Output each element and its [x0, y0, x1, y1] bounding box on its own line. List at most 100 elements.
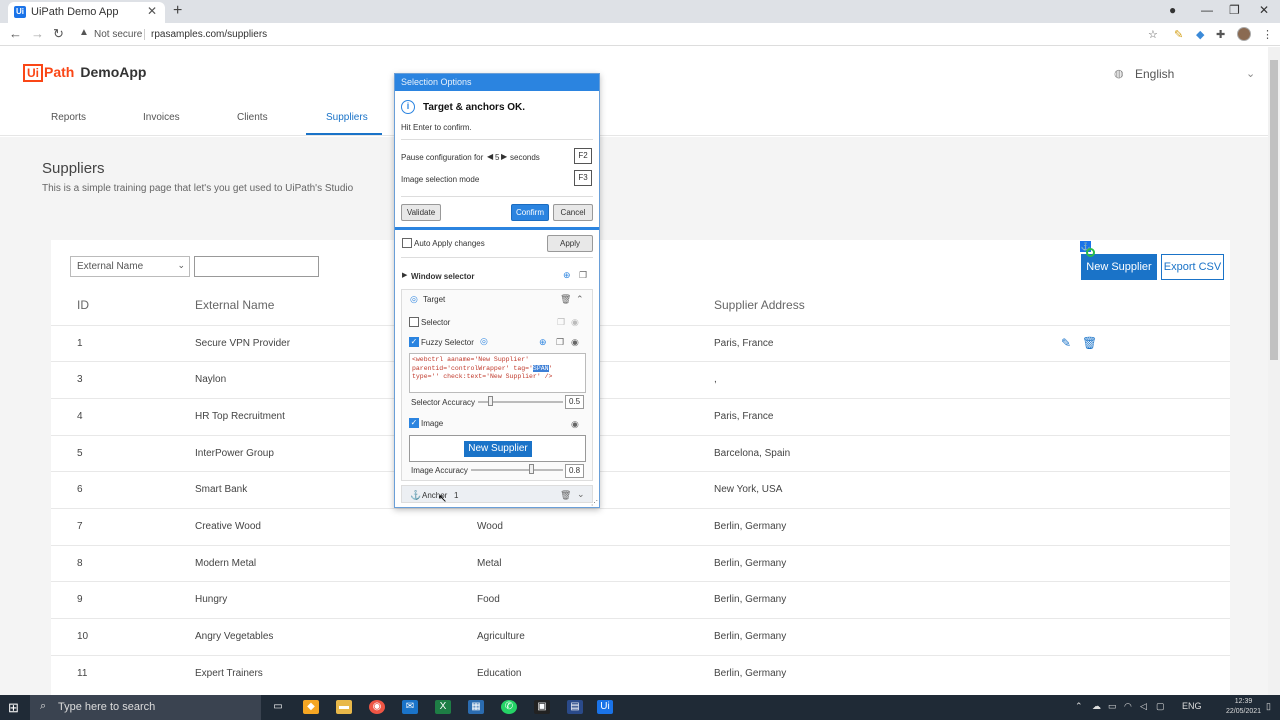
- pause-decrease-icon[interactable]: ◀: [487, 152, 493, 161]
- fuzzy-selector-checkbox[interactable]: ✓: [409, 337, 419, 347]
- new-supplier-button[interactable]: New Supplier: [1081, 254, 1157, 280]
- pause-increase-icon[interactable]: ▶: [501, 152, 507, 161]
- delete-icon[interactable]: 🗑: [560, 294, 571, 305]
- whatsapp-icon[interactable]: ✆: [501, 700, 517, 714]
- nav-invoices[interactable]: Invoices: [143, 112, 180, 123]
- extension-icon[interactable]: ◆: [1196, 28, 1204, 41]
- url-field[interactable]: rpasamples.com/suppliers: [151, 29, 267, 40]
- uipath-logo[interactable]: Ui Path DemoApp: [23, 64, 146, 84]
- tray-icon[interactable]: ☁: [1092, 701, 1101, 712]
- column-header-id[interactable]: ID: [77, 298, 89, 312]
- clock[interactable]: 12:39 22/05/2021: [1226, 697, 1261, 717]
- profile-menu-icon[interactable]: ●: [1169, 3, 1176, 17]
- slider-thumb[interactable]: [488, 396, 493, 406]
- close-window-icon[interactable]: ✕: [1259, 3, 1269, 17]
- language-indicator[interactable]: ENG: [1182, 701, 1202, 711]
- delete-icon[interactable]: 🗑: [560, 490, 571, 501]
- slider-thumb[interactable]: [529, 464, 534, 474]
- table-row[interactable]: 3 Naylon,: [51, 361, 1230, 397]
- uipath-studio-icon[interactable]: ◆: [303, 700, 319, 714]
- resize-grip-icon[interactable]: ⋰: [591, 499, 598, 507]
- tray-icon[interactable]: ▢: [1156, 701, 1165, 712]
- extension-icon[interactable]: ✎: [1174, 28, 1183, 41]
- forward-icon[interactable]: →: [31, 26, 44, 41]
- export-csv-button[interactable]: Export CSV: [1161, 254, 1224, 280]
- taskbar-search[interactable]: ⌕ Type here to search: [30, 695, 261, 720]
- highlight-icon[interactable]: ⊕: [563, 270, 571, 281]
- avatar[interactable]: [1237, 27, 1251, 41]
- table-row[interactable]: 6 Smart Bank New York, USA: [51, 471, 1230, 507]
- app-icon[interactable]: ▤: [567, 700, 583, 714]
- battery-icon[interactable]: ▭: [1108, 701, 1117, 712]
- expand-icon[interactable]: ⌄: [577, 489, 585, 500]
- back-icon[interactable]: ←: [9, 26, 22, 41]
- column-header-supplier-address[interactable]: Supplier Address: [714, 298, 805, 312]
- table-row[interactable]: 7 Creative Wood Wood Berlin, Germany: [51, 508, 1230, 544]
- uipath-app-icon[interactable]: Ui: [597, 700, 613, 714]
- kebab-menu-icon[interactable]: ⋮: [1262, 28, 1273, 41]
- image-accuracy-input[interactable]: 0.8: [565, 464, 584, 478]
- table-row[interactable]: 1 Secure VPN Provider Paris, France ✎ 🗑: [51, 325, 1230, 361]
- auto-apply-checkbox[interactable]: [402, 238, 412, 248]
- highlight-icon[interactable]: ⊕: [539, 337, 547, 348]
- pause-hotkey-button[interactable]: F2: [574, 148, 592, 164]
- copy-icon[interactable]: ❐: [579, 270, 587, 281]
- scrollbar-thumb[interactable]: [1270, 60, 1278, 360]
- close-tab-icon[interactable]: ✕: [147, 4, 157, 18]
- table-row[interactable]: 4 HR Top Recruitment Paris, France: [51, 398, 1230, 434]
- restore-icon[interactable]: ❐: [1229, 3, 1240, 17]
- bookmark-star-icon[interactable]: ☆: [1148, 28, 1158, 41]
- not-secure-label[interactable]: Not secure: [94, 29, 142, 40]
- delete-icon[interactable]: 🗑: [1082, 336, 1097, 350]
- image-mode-hotkey-button[interactable]: F3: [574, 170, 592, 186]
- window-selector-label[interactable]: Window selector: [411, 272, 475, 281]
- confirm-button[interactable]: Confirm: [511, 204, 549, 221]
- mail-icon[interactable]: ✉: [402, 700, 418, 714]
- chrome-icon[interactable]: ◉: [369, 700, 385, 714]
- extensions-puzzle-icon[interactable]: ✚: [1216, 28, 1225, 41]
- minimize-icon[interactable]: —: [1201, 3, 1213, 17]
- language-selector[interactable]: English: [1135, 67, 1174, 81]
- image-checkbox[interactable]: ✓: [409, 418, 419, 428]
- copy-icon[interactable]: ❐: [557, 317, 565, 328]
- table-row[interactable]: 9 Hungry Food Berlin, Germany: [51, 581, 1230, 617]
- table-row[interactable]: 8 Modern Metal Metal Berlin, Germany: [51, 545, 1230, 581]
- cancel-button[interactable]: Cancel: [553, 204, 593, 221]
- image-accuracy-slider[interactable]: [471, 469, 563, 471]
- browser-tab[interactable]: Ui UiPath Demo App ✕: [8, 2, 165, 23]
- filter-input[interactable]: [194, 256, 319, 277]
- notifications-icon[interactable]: ▯: [1266, 701, 1271, 712]
- tray-icon[interactable]: ⌃: [1075, 701, 1083, 712]
- terminal-icon[interactable]: ▣: [534, 700, 550, 714]
- warning-icon[interactable]: ▲: [79, 27, 89, 38]
- reload-icon[interactable]: ↻: [53, 26, 64, 42]
- eye-icon[interactable]: ◉: [571, 337, 579, 348]
- eye-icon[interactable]: ◉: [571, 317, 579, 328]
- nav-clients[interactable]: Clients: [237, 112, 268, 123]
- column-header-external-name[interactable]: External Name: [195, 298, 274, 312]
- calendar-icon[interactable]: ▦: [468, 700, 484, 714]
- new-tab-icon[interactable]: +: [173, 2, 182, 20]
- windows-start-icon[interactable]: ⊞: [8, 700, 19, 716]
- expand-arrow-icon[interactable]: ▶: [402, 271, 407, 279]
- filter-field-select[interactable]: External Name ⌄: [70, 256, 190, 277]
- selector-accuracy-input[interactable]: 0.5: [565, 395, 584, 409]
- table-row[interactable]: 10 Angry Vegetables Agriculture Berlin, Ger…: [51, 618, 1230, 654]
- apply-button[interactable]: Apply: [547, 235, 593, 252]
- task-view-icon[interactable]: ▭: [270, 700, 286, 714]
- file-explorer-icon[interactable]: ▬: [336, 700, 352, 714]
- excel-icon[interactable]: X: [435, 700, 451, 714]
- table-row[interactable]: 11 Expert Trainers Education Berlin, German…: [51, 655, 1230, 691]
- nav-reports[interactable]: Reports: [51, 112, 86, 123]
- selector-checkbox[interactable]: [409, 317, 419, 327]
- table-row[interactable]: 5 InterPower Group Barcelona, Spain: [51, 435, 1230, 471]
- nav-suppliers[interactable]: Suppliers: [326, 112, 368, 123]
- volume-icon[interactable]: ◁: [1140, 701, 1147, 712]
- fuzzy-selector-editor[interactable]: <webctrl aaname='New Supplier' parentid=…: [409, 353, 586, 393]
- pause-value[interactable]: 5: [495, 153, 499, 162]
- copy-icon[interactable]: ❐: [556, 337, 564, 348]
- chevron-down-icon[interactable]: ⌄: [1246, 67, 1255, 80]
- network-icon[interactable]: ◠: [1124, 701, 1132, 712]
- collapse-icon[interactable]: ⌃: [576, 294, 584, 305]
- edit-icon[interactable]: ✎: [1061, 336, 1071, 350]
